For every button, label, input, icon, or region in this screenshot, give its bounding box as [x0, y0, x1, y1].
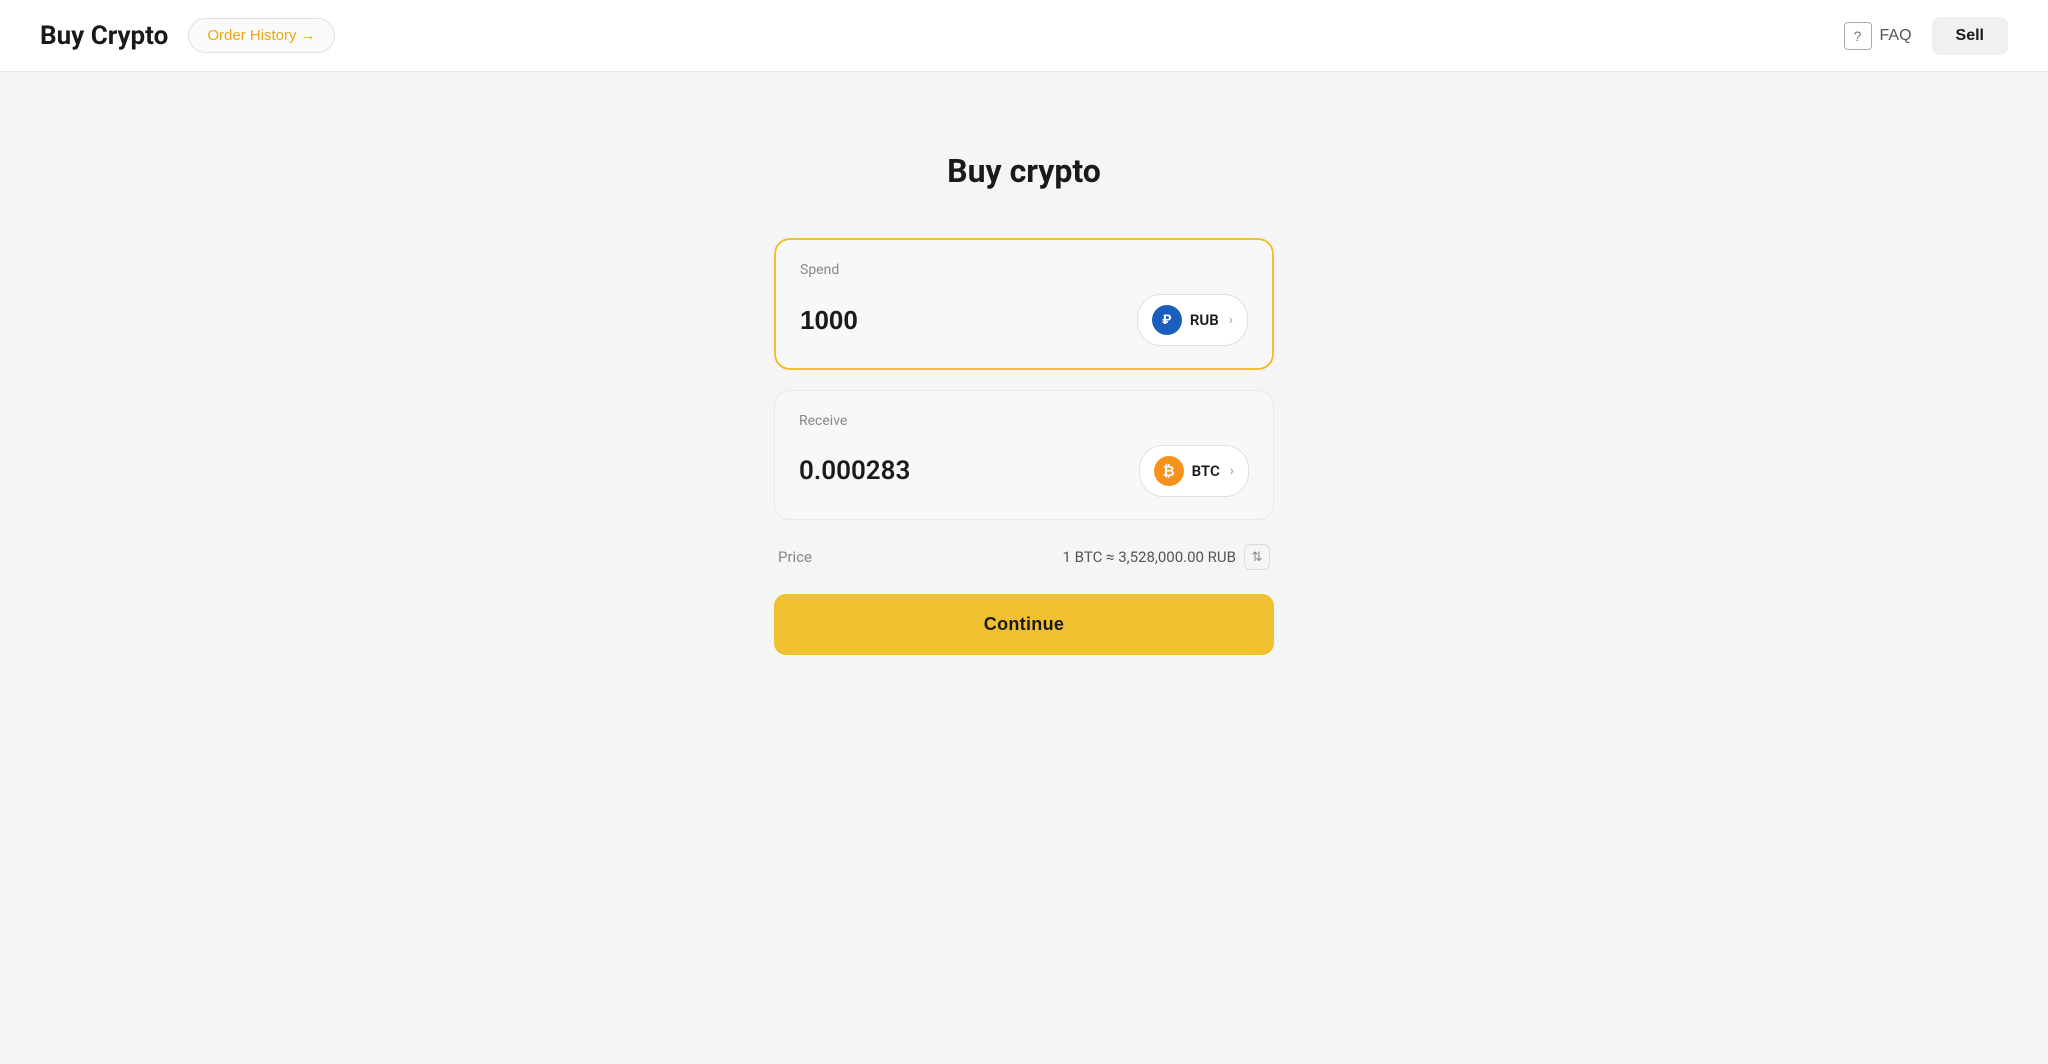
buy-form: Spend ₽ RUB › Receive 0.000283 ₿	[774, 238, 1274, 655]
continue-button[interactable]: Continue	[774, 594, 1274, 655]
receive-chevron-icon: ›	[1230, 463, 1234, 479]
faq-button[interactable]: ? FAQ	[1844, 22, 1912, 50]
receive-row: 0.000283 ₿ BTC ›	[799, 445, 1249, 497]
swap-icon[interactable]: ⇅	[1244, 544, 1270, 570]
header-left: Buy Crypto Order History →	[40, 18, 335, 53]
receive-amount: 0.000283	[799, 456, 1069, 486]
spend-card: Spend ₽ RUB ›	[774, 238, 1274, 370]
rub-icon: ₽	[1152, 305, 1182, 335]
faq-icon: ?	[1844, 22, 1872, 50]
header: Buy Crypto Order History → ? FAQ Sell	[0, 0, 2048, 72]
price-label: Price	[778, 548, 812, 566]
main-page-title: Buy crypto	[947, 152, 1101, 190]
price-row: Price 1 BTC ≈ 3,528,000.00 RUB ⇅	[774, 544, 1274, 570]
price-value-row: 1 BTC ≈ 3,528,000.00 RUB ⇅	[1063, 544, 1270, 570]
spend-currency-selector[interactable]: ₽ RUB ›	[1137, 294, 1248, 346]
spend-label: Spend	[800, 262, 1248, 278]
spend-currency-code: RUB	[1190, 311, 1219, 329]
price-value: 1 BTC ≈ 3,528,000.00 RUB	[1063, 548, 1236, 566]
order-history-button[interactable]: Order History →	[188, 18, 334, 53]
receive-currency-code: BTC	[1192, 462, 1220, 480]
faq-label: FAQ	[1880, 27, 1912, 45]
sell-button[interactable]: Sell	[1932, 17, 2008, 55]
spend-amount-input[interactable]	[800, 305, 1069, 336]
receive-currency-selector[interactable]: ₿ BTC ›	[1139, 445, 1249, 497]
btc-icon: ₿	[1154, 456, 1184, 486]
spend-chevron-icon: ›	[1229, 312, 1233, 328]
receive-label: Receive	[799, 413, 1249, 429]
main-content: Buy crypto Spend ₽ RUB › Receive 0.00028…	[0, 72, 2048, 715]
header-right: ? FAQ Sell	[1844, 17, 2008, 55]
receive-card: Receive 0.000283 ₿ BTC ›	[774, 390, 1274, 520]
spend-row: ₽ RUB ›	[800, 294, 1248, 346]
page-header-title: Buy Crypto	[40, 21, 168, 51]
